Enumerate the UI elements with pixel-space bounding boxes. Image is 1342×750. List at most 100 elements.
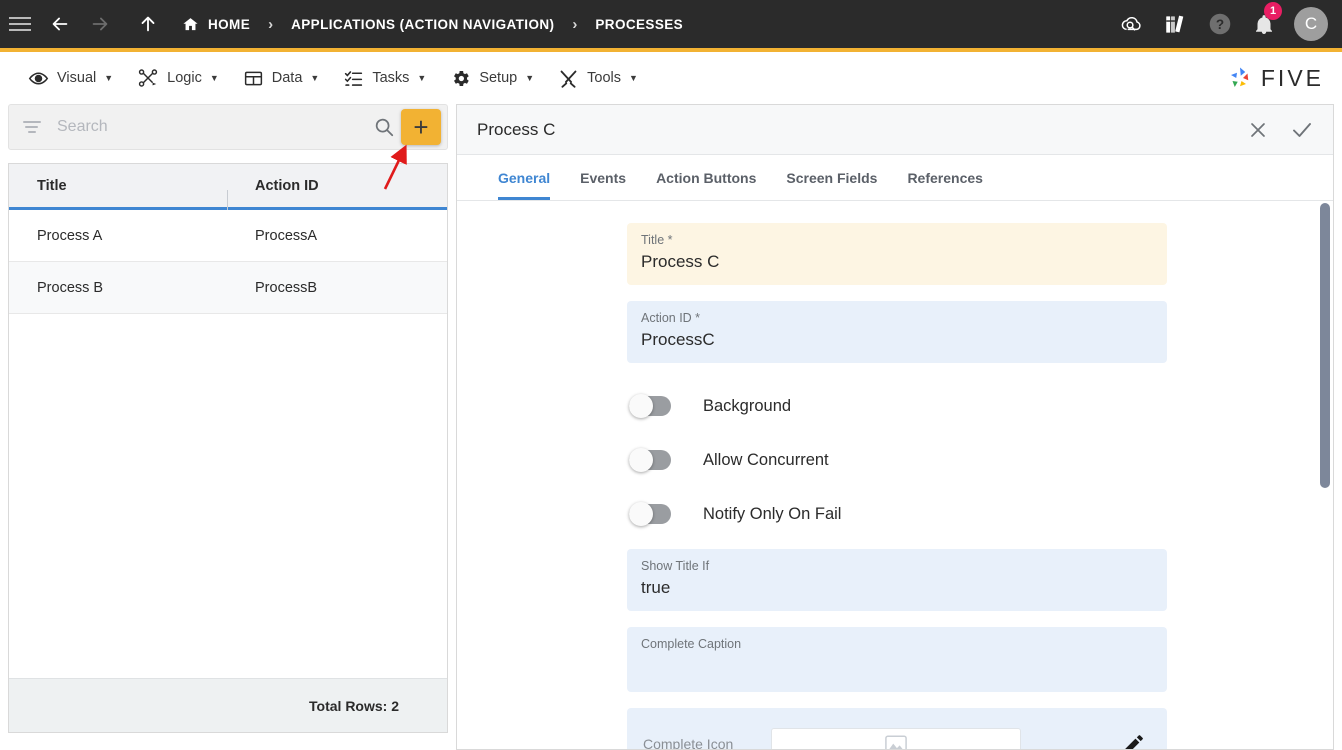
chevron-down-icon: ▼ [525, 73, 535, 83]
grid-header-row: Title Action ID [9, 164, 447, 210]
tab-action-buttons[interactable]: Action Buttons [641, 155, 771, 200]
complete-caption-label: Complete Caption [641, 637, 742, 651]
menu-item-visual-label: Visual [57, 70, 97, 86]
total-rows-label: Total Rows: 2 [9, 678, 447, 732]
cell-action-id: ProcessA [255, 227, 318, 244]
tab-events[interactable]: Events [565, 155, 641, 200]
allow-concurrent-toggle-label: Allow Concurrent [703, 450, 829, 469]
show-title-if-value: true [641, 578, 671, 597]
detail-header: Process C [457, 105, 1333, 155]
menu-item-tasks-label: Tasks [372, 70, 410, 86]
action-id-field-label: Action ID * [641, 311, 701, 325]
hamburger-menu-button[interactable] [0, 0, 40, 50]
menu-item-tasks[interactable]: Tasks ▼ [331, 56, 438, 100]
processes-list-panel: + Title Action ID Process A ProcessA Pro… [8, 104, 448, 742]
scrollbar-thumb[interactable] [1320, 203, 1330, 488]
forward-button[interactable] [80, 0, 120, 50]
svg-text:?: ? [1216, 17, 1224, 32]
five-logo[interactable]: FIVE [1225, 63, 1324, 93]
title-field-value: Process C [641, 252, 720, 271]
breadcrumb-separator-1: › [268, 15, 274, 33]
action-id-field-value: ProcessC [641, 330, 715, 349]
search-button[interactable] [367, 116, 401, 138]
detail-tabs: General Events Action Buttons Screen Fie… [457, 155, 1333, 201]
arrow-up-icon [141, 16, 155, 32]
show-title-if-field[interactable]: Show Title If true [627, 549, 1167, 611]
table-row[interactable]: Process A ProcessA [9, 210, 447, 262]
filter-icon[interactable] [23, 121, 41, 133]
complete-icon-picker[interactable] [771, 728, 1021, 749]
allow-concurrent-toggle[interactable] [629, 448, 671, 472]
action-id-field[interactable]: Action ID * ProcessC [627, 301, 1167, 363]
complete-caption-field[interactable]: Complete Caption [627, 627, 1167, 692]
five-pinwheel-icon [1230, 67, 1249, 87]
menu-item-setup-label: Setup [479, 70, 518, 86]
cloud-search-icon [1121, 16, 1141, 31]
breadcrumb-separator-2: › [572, 15, 578, 33]
notify-only-on-fail-toggle[interactable] [629, 502, 671, 526]
chevron-down-icon: ▼ [629, 73, 638, 83]
title-field[interactable]: Title * Process C [627, 223, 1167, 285]
complete-icon-field: Complete Icon [627, 708, 1167, 749]
menu-item-data[interactable]: Data ▼ [231, 56, 332, 100]
cell-title: Process B [37, 279, 104, 296]
background-toggle-label: Background [703, 396, 792, 415]
form-scrollbar[interactable] [1320, 203, 1330, 703]
detail-header-actions [1243, 115, 1317, 145]
cloud-search-button[interactable] [1110, 0, 1154, 50]
eye-icon [28, 68, 49, 89]
cell-action-id: ProcessB [255, 279, 318, 296]
search-bar: + [8, 104, 448, 150]
cell-title: Process A [37, 227, 103, 244]
toggle-knob [629, 502, 653, 526]
chevron-down-icon: ▼ [310, 73, 320, 83]
five-logo-text: FIVE [1260, 64, 1324, 91]
arrow-left-icon [52, 17, 68, 31]
breadcrumb-processes[interactable]: PROCESSES [595, 17, 683, 32]
tab-screen-fields[interactable]: Screen Fields [771, 155, 892, 200]
background-toggle[interactable] [629, 394, 671, 418]
tab-general[interactable]: General [483, 155, 565, 200]
breadcrumb-home-label: HOME [208, 16, 251, 32]
menu-item-tools[interactable]: Tools ▼ [546, 56, 650, 100]
pencil-edit-icon [1124, 734, 1143, 749]
checklist-icon [343, 68, 364, 89]
background-toggle-row: Background [627, 379, 1167, 433]
help-button[interactable]: ? [1198, 0, 1242, 50]
table-grid-icon [243, 68, 264, 89]
user-avatar[interactable]: C [1294, 7, 1328, 41]
notifications-button[interactable]: 1 [1242, 0, 1286, 50]
edit-complete-icon-button[interactable] [1115, 732, 1151, 749]
complete-icon-label: Complete Icon [643, 736, 734, 749]
search-input[interactable] [57, 118, 367, 136]
back-button[interactable] [40, 0, 80, 50]
notify-only-on-fail-toggle-row: Notify Only On Fail [627, 487, 1167, 541]
general-form: Title * Process C Action ID * ProcessC B… [457, 201, 1333, 749]
column-header-title[interactable]: Title [9, 178, 227, 194]
library-books-icon [1166, 15, 1184, 33]
toggle-knob [629, 394, 653, 418]
close-button[interactable] [1243, 115, 1273, 145]
column-header-action-id[interactable]: Action ID [227, 178, 447, 210]
library-books-button[interactable] [1154, 0, 1198, 50]
breadcrumb-applications[interactable]: APPLICATIONS (ACTION NAVIGATION) [291, 17, 554, 32]
close-x-icon [1251, 122, 1265, 137]
menu-item-setup[interactable]: Setup ▼ [438, 56, 546, 100]
up-button[interactable] [128, 0, 168, 50]
confirm-button[interactable] [1287, 115, 1317, 145]
module-menu-bar: Visual ▼ Logic ▼ Data ▼ Tasks ▼ Setup ▼ … [0, 56, 1342, 100]
help-icon: ? [1209, 13, 1231, 35]
table-row[interactable]: Process B ProcessB [9, 262, 447, 314]
notification-badge: 1 [1264, 2, 1282, 20]
menu-item-logic[interactable]: Logic ▼ [125, 56, 231, 100]
page-title: Process C [477, 119, 556, 139]
tab-references[interactable]: References [892, 155, 998, 200]
checkmark-icon [1293, 122, 1311, 137]
image-placeholder-icon [885, 735, 907, 749]
menu-item-visual[interactable]: Visual ▼ [16, 56, 125, 100]
add-process-button[interactable]: + [401, 109, 441, 145]
show-title-if-label: Show Title If [641, 559, 710, 573]
complete-caption-value [641, 656, 1153, 670]
allow-concurrent-toggle-row: Allow Concurrent [627, 433, 1167, 487]
breadcrumb-home[interactable]: HOME [182, 16, 250, 33]
